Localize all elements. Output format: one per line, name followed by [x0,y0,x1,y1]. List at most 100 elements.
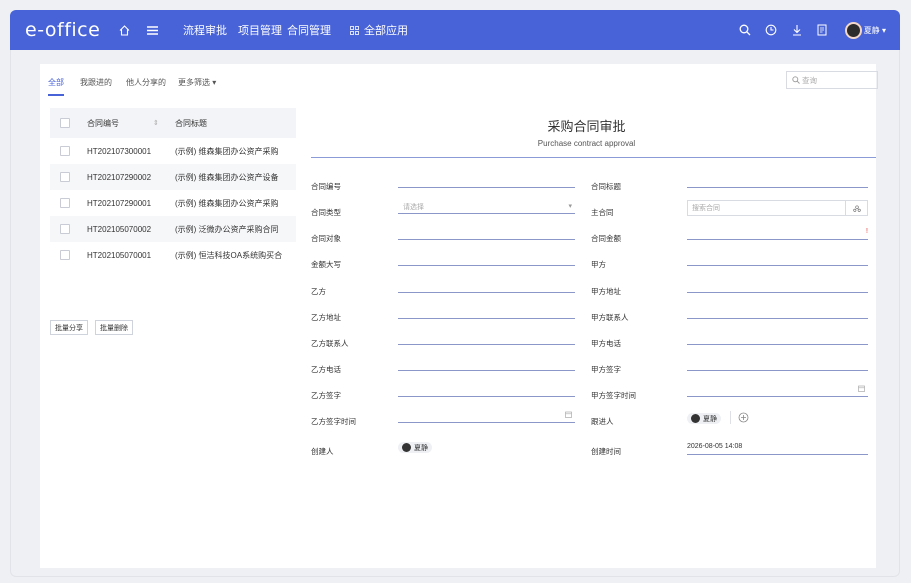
tab-more-filters[interactable]: 更多筛选 ▾ [178,74,216,96]
a-address-field[interactable] [687,281,868,293]
form-title: 采购合同审批 Purchase contract approval [297,116,876,148]
row-contract-no: HT202105070001 [87,250,152,260]
grid-icon [347,23,361,37]
label-contract-object: 合同对象 [311,234,341,243]
a-sign-field[interactable] [687,359,868,371]
label-a-sign-time: 甲方签字时间 [591,391,636,400]
menu-icon[interactable] [145,23,159,37]
a-phone-field[interactable] [687,333,868,345]
label-b-phone: 乙方电话 [311,365,341,374]
tab-shared[interactable]: 他人分享的 [126,74,166,96]
label-b-sign: 乙方签字 [311,391,341,400]
label-a-phone: 甲方电话 [591,339,621,348]
label-contract-amount: 合同金额 [591,234,621,243]
creator-chip[interactable]: 夏静 [398,442,432,453]
nav-project-management[interactable]: 项目管理 [238,22,282,38]
label-created-time: 创建时间 [591,447,621,456]
b-sign-time-field[interactable] [398,411,575,423]
user-avatar[interactable] [844,21,862,39]
list-item[interactable]: HT202107300001 (示例) 维森集团办公资产采购 [50,138,296,164]
column-contract-title: 合同标题 [175,118,207,128]
list-item[interactable]: HT202107290001 (示例) 维森集团办公资产采购 [50,190,296,216]
required-marker: ! [866,228,868,235]
form-title-cn: 采购合同审批 [547,119,626,134]
main-panel: 全部 我跟进的 他人分享的 更多筛选 ▾ 查询 合同编号 ⇕ 合同标题 HT20… [40,64,878,568]
batch-delete-button[interactable]: 批量删除 [95,320,133,335]
contract-title-field[interactable] [687,176,868,188]
form-title-divider [311,157,876,158]
label-b-contact: 乙方联系人 [311,339,349,348]
chevron-down-icon: ▾ [568,203,572,210]
list-item[interactable]: HT202107290002 (示例) 维森集团办公资产设备 [50,164,296,190]
label-amount-words: 金额大写 [311,260,341,269]
b-address-field[interactable] [398,307,575,319]
b-phone-field[interactable] [398,359,575,371]
sort-icon[interactable]: ⇕ [153,119,175,127]
b-sign-field[interactable] [398,385,575,397]
app-logo[interactable]: e-office [25,19,117,41]
row-contract-no: HT202107300001 [87,146,152,156]
amount-words-field[interactable] [398,254,575,266]
search-input[interactable]: 查询 [786,71,878,89]
label-b-sign-time: 乙方签字时间 [311,417,356,426]
user-name[interactable]: 夏静 ▾ [864,25,886,36]
contract-amount-field[interactable]: ! [687,228,868,240]
calendar-icon[interactable] [565,411,575,422]
nav-all-apps[interactable]: 全部应用 [364,22,408,38]
nav-contract-management[interactable]: 合同管理 [287,22,331,38]
label-a-contact: 甲方联系人 [591,313,629,322]
form-title-en: Purchase contract approval [537,139,636,148]
row-checkbox[interactable] [60,250,70,260]
row-checkbox[interactable] [60,198,70,208]
label-creator: 创建人 [311,447,334,456]
tab-all[interactable]: 全部 [48,74,64,96]
created-time-field: 2026-08-05 14:08 [687,443,868,455]
label-main-contract: 主合同 [591,208,614,217]
a-contact-field[interactable] [687,307,868,319]
home-icon[interactable] [117,23,131,37]
list-item[interactable]: HT202105070001 (示例) 恒洁科技OA系统购买合 [50,242,296,268]
a-sign-time-field[interactable] [687,385,868,397]
clock-icon[interactable] [765,24,777,36]
contract-object-field[interactable] [398,228,575,240]
party-b-field[interactable] [398,281,575,293]
select-all-checkbox[interactable] [60,118,70,128]
row-contract-title: (示例) 泛微办公资产采购合同 [175,224,279,234]
document-icon[interactable] [817,24,827,36]
tab-following[interactable]: 我跟进的 [80,74,112,96]
nav-flow-approval[interactable]: 流程审批 [183,22,227,38]
search-icon[interactable] [739,24,751,36]
filter-tabs: 全部 我跟进的 他人分享的 更多筛选 ▾ [48,74,232,96]
label-contract-type: 合同类型 [311,208,341,217]
follower-chip[interactable]: 夏静 [687,413,721,424]
contract-select-icon[interactable] [845,201,867,215]
list-item[interactable]: HT202105070002 (示例) 泛微办公资产采购合同 [50,216,296,242]
label-contract-no: 合同编号 [311,182,341,191]
row-contract-title: (示例) 恒洁科技OA系统购买合 [175,250,283,260]
top-navigation-bar: e-office 流程审批 项目管理 合同管理 全部应用 夏静 ▾ [10,10,900,50]
add-follower-icon[interactable] [738,412,749,425]
row-checkbox[interactable] [60,172,70,182]
label-a-sign: 甲方签字 [591,365,621,374]
row-contract-title: (示例) 维森集团办公资产采购 [175,146,279,156]
calendar-icon[interactable] [858,385,868,396]
label-contract-title: 合同标题 [591,182,621,191]
contract-type-select[interactable]: 请选择 ▾ [398,202,575,214]
batch-share-button[interactable]: 批量分享 [50,320,88,335]
divider [730,411,731,424]
column-contract-no[interactable]: 合同编号 [87,118,153,129]
download-icon[interactable] [791,24,803,36]
row-checkbox[interactable] [60,224,70,234]
avatar [691,414,700,423]
contract-no-field[interactable] [398,176,575,188]
b-contact-field[interactable] [398,333,575,345]
label-party-a: 甲方 [591,260,606,269]
main-contract-search[interactable]: 搜索合同 [687,200,868,216]
label-b-address: 乙方地址 [311,313,341,322]
row-contract-title: (示例) 维森集团办公资产设备 [175,172,279,182]
row-checkbox[interactable] [60,146,70,156]
row-contract-no: HT202107290001 [87,198,152,208]
party-a-field[interactable] [687,254,868,266]
row-contract-no: HT202107290002 [87,172,152,182]
row-contract-no: HT202105070002 [87,224,152,234]
